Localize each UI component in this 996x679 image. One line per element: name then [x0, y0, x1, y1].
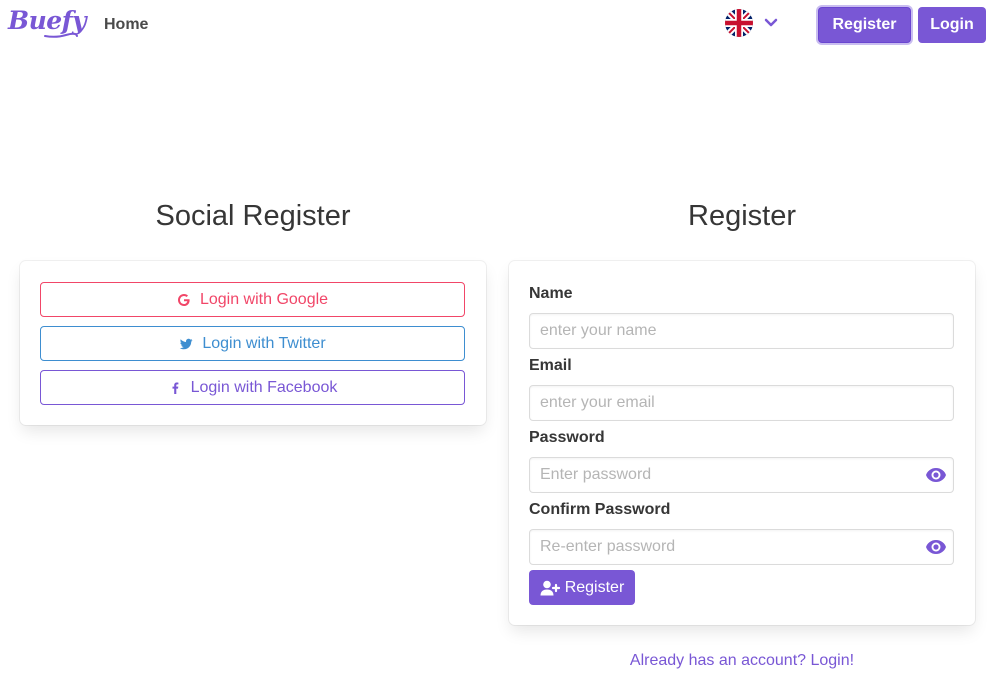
chevron-down-icon[interactable] [764, 18, 778, 28]
twitter-label: Login with Twitter [202, 334, 326, 352]
twitter-icon [180, 338, 193, 349]
facebook-icon [172, 382, 179, 394]
google-icon [177, 293, 190, 306]
register-submit-label: Register [564, 578, 625, 596]
confirm-password-label: Confirm Password [529, 501, 671, 518]
eye-icon[interactable] [925, 467, 947, 483]
facebook-label: Login with Facebook [190, 378, 338, 396]
password-input[interactable] [529, 457, 954, 493]
logo-swash-icon [44, 32, 78, 38]
register-form-box: Name Email Password Confirm Password Reg… [509, 261, 975, 625]
login-google-button[interactable]: Login with Google [40, 282, 465, 317]
login-twitter-button[interactable]: Login with Twitter [40, 326, 465, 361]
email-label: Email [529, 357, 572, 374]
social-register-title: Social Register [155, 200, 351, 232]
register-submit-button[interactable]: Register [529, 570, 635, 605]
user-plus-icon [540, 580, 560, 595]
social-register-box: Login with Google Login with Twitter Log… [20, 261, 486, 425]
uk-flag-icon[interactable] [725, 9, 753, 37]
name-input[interactable] [529, 313, 954, 349]
nav-register-button[interactable]: Register [818, 7, 911, 43]
name-label: Name [529, 285, 573, 302]
google-label: Login with Google [199, 290, 329, 308]
confirm-password-input[interactable] [529, 529, 954, 565]
login-facebook-button[interactable]: Login with Facebook [40, 370, 465, 405]
eye-icon[interactable] [925, 539, 947, 555]
nav-home-link[interactable]: Home [104, 16, 148, 34]
email-input[interactable] [529, 385, 954, 421]
already-have-account-link[interactable]: Already has an account? Login! [509, 652, 975, 670]
register-title: Register [688, 200, 796, 232]
navbar: Buefy Home Register Login [0, 0, 996, 52]
password-label: Password [529, 429, 605, 446]
nav-login-button[interactable]: Login [918, 7, 986, 43]
